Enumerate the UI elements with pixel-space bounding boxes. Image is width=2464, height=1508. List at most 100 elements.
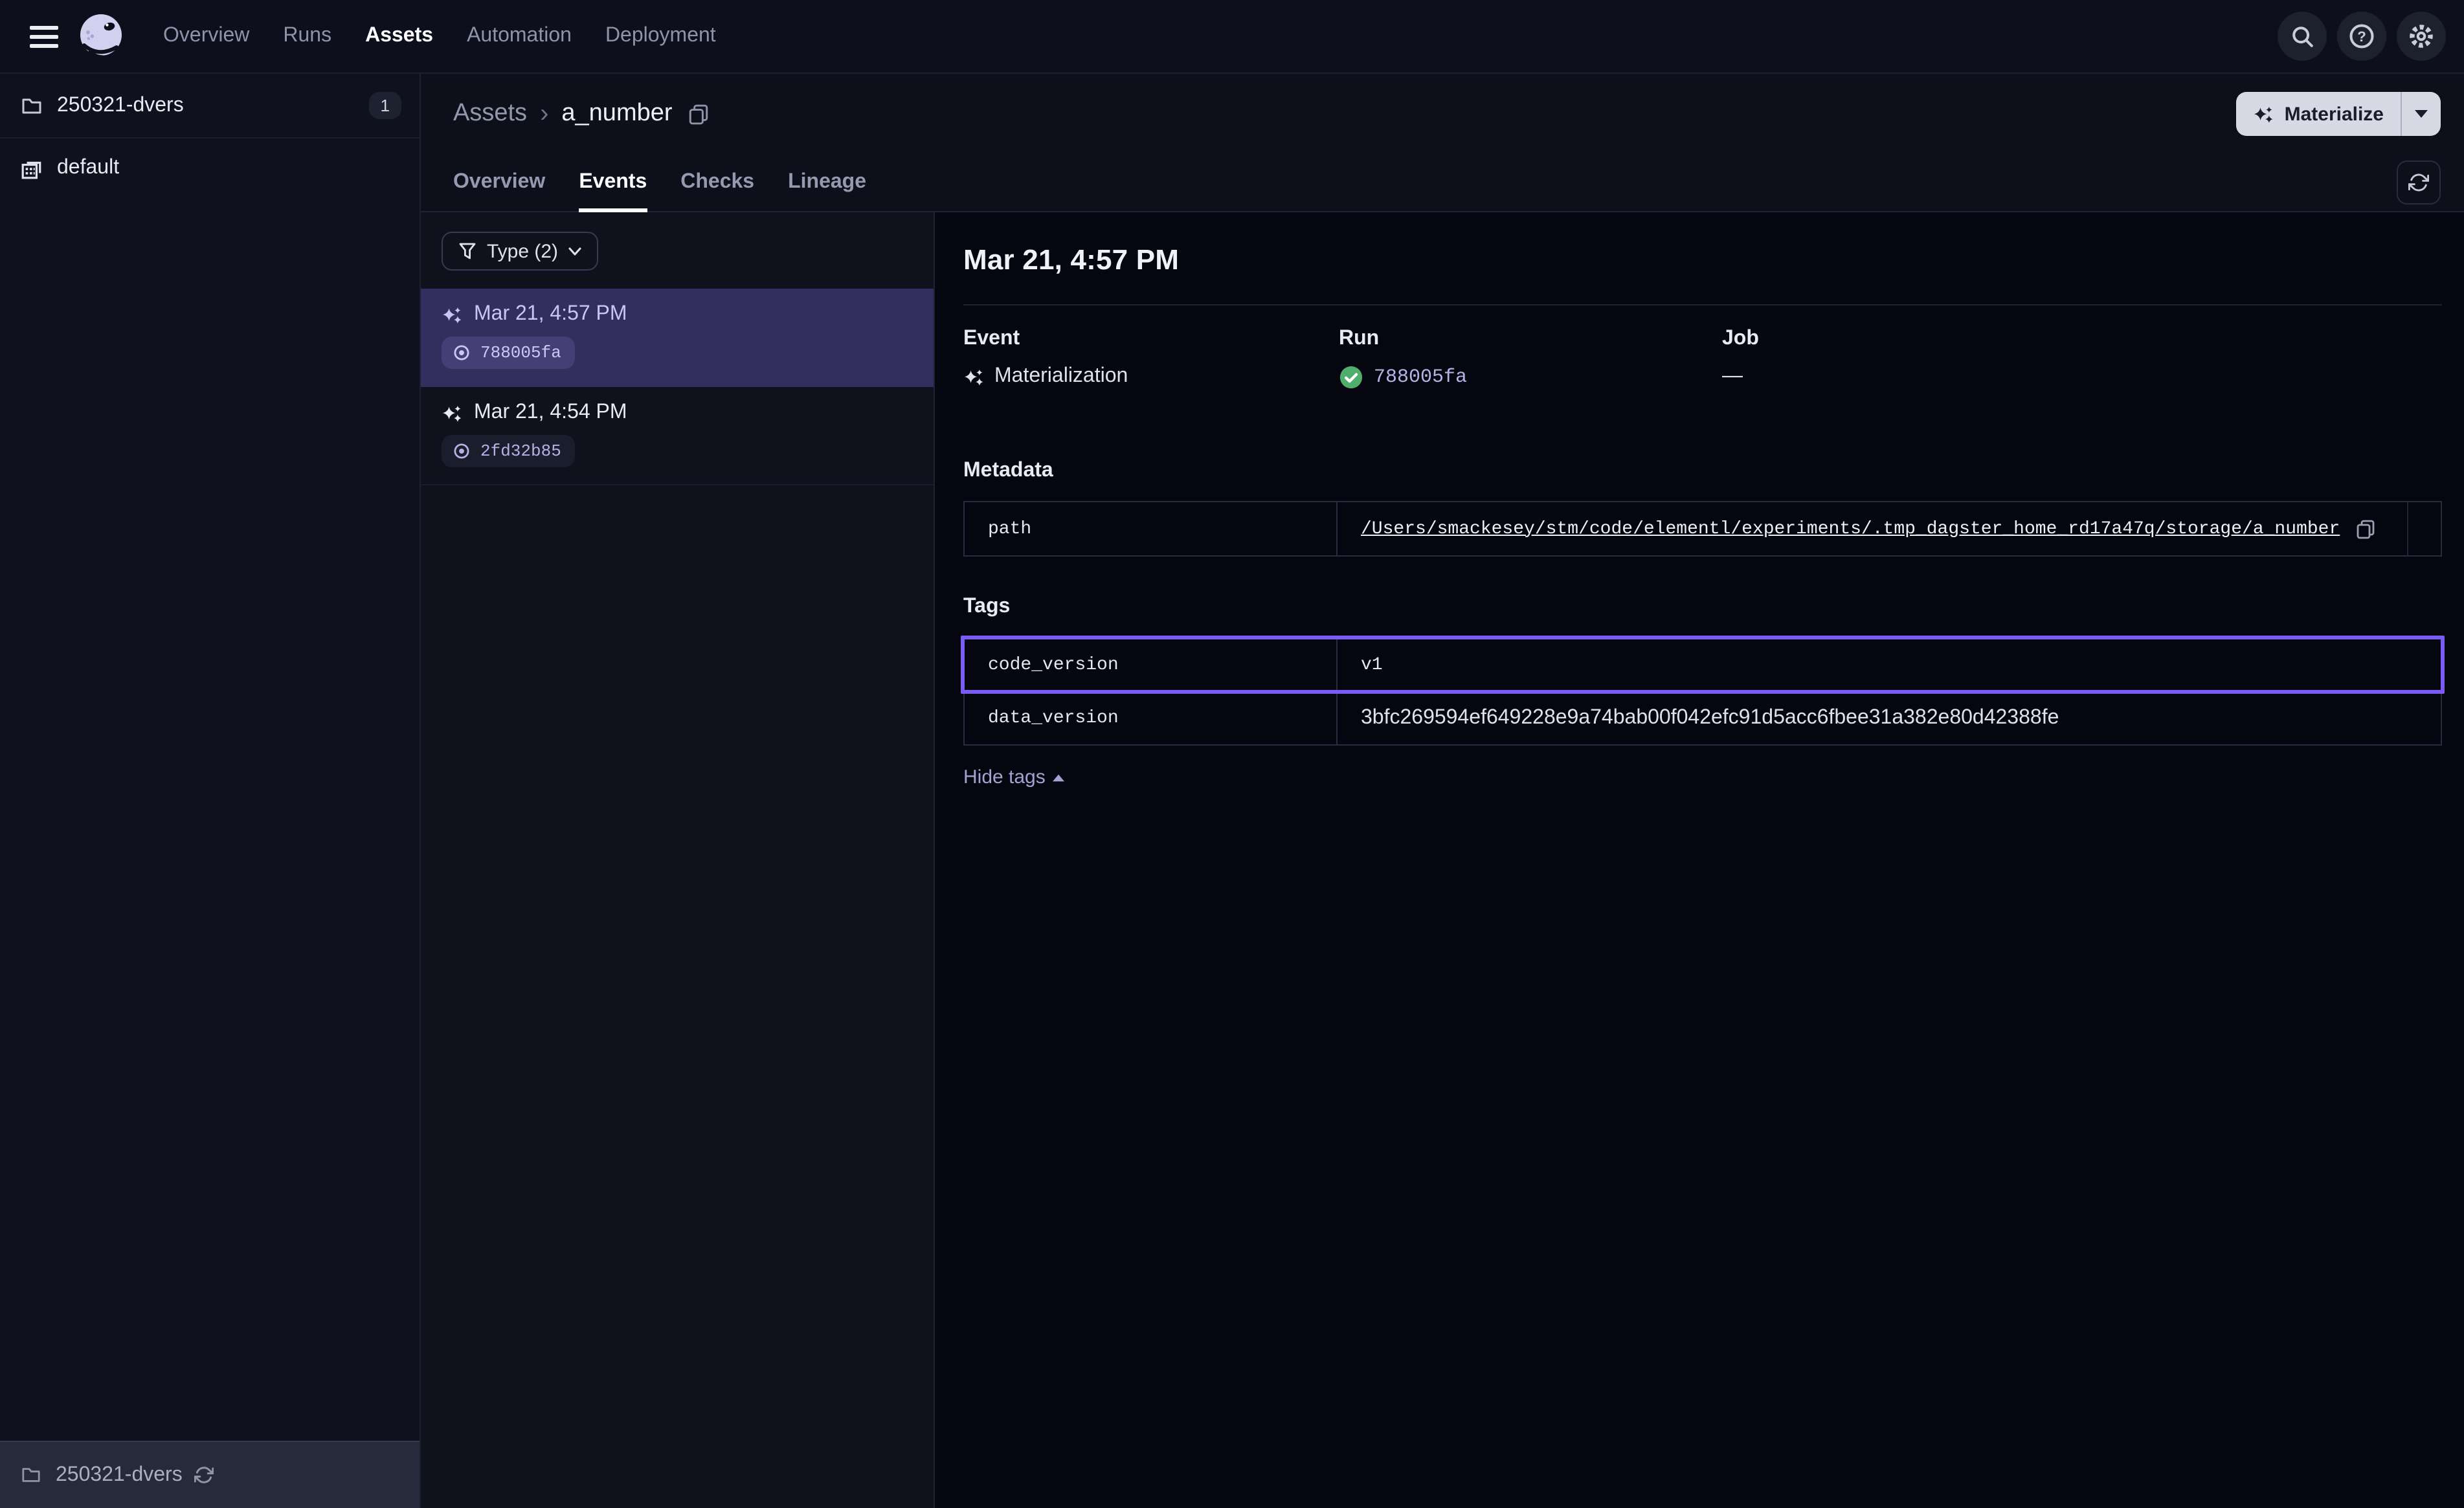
materialization-sparkle-icon xyxy=(442,305,462,324)
help-icon: ? xyxy=(2349,23,2375,49)
hide-tags-button[interactable]: Hide tags xyxy=(963,766,1065,788)
nav-item-deployment[interactable]: Deployment xyxy=(605,25,716,48)
divider xyxy=(963,304,2442,305)
materialization-sparkle-icon xyxy=(963,367,984,386)
svg-text:?: ? xyxy=(2357,28,2366,45)
event-list-item[interactable]: Mar 21, 4:54 PM 2fd32b85 xyxy=(421,387,934,485)
breadcrumb-assets-link[interactable]: Assets xyxy=(453,100,527,128)
run-id-badge[interactable]: 2fd32b85 xyxy=(442,435,576,467)
metadata-heading: Metadata xyxy=(963,460,2442,483)
tag-key: data_version xyxy=(965,693,1338,744)
hide-tags-label: Hide tags xyxy=(963,766,1046,788)
primary-nav: Overview Runs Assets Automation Deployme… xyxy=(163,25,716,48)
tag-value: v1 xyxy=(1361,654,1383,675)
settings-button[interactable] xyxy=(2397,12,2446,61)
type-filter-label: Type (2) xyxy=(487,240,558,262)
run-success-check-icon xyxy=(1339,365,1363,390)
help-button[interactable]: ? xyxy=(2337,12,2386,61)
run-column-label: Run xyxy=(1339,327,1722,351)
metadata-section: Metadata path /Users/smackesey/stm/code/… xyxy=(963,460,2442,557)
materialize-label: Materialize xyxy=(2285,103,2384,125)
event-type-value: Materialization xyxy=(994,365,1128,388)
copy-icon xyxy=(688,103,710,125)
event-list-item[interactable]: Mar 21, 4:57 PM 788005fa xyxy=(421,289,934,387)
event-timestamp: Mar 21, 4:54 PM xyxy=(474,401,627,425)
asset-count-badge: 1 xyxy=(369,91,401,119)
sync-icon xyxy=(2408,172,2429,193)
nav-item-runs[interactable]: Runs xyxy=(283,25,331,48)
event-filter-bar: Type (2) xyxy=(421,212,934,289)
breadcrumb: Assets › a_number xyxy=(421,74,2464,154)
asset-name: a_number xyxy=(561,100,672,128)
materialize-button[interactable]: Materialize xyxy=(2237,92,2401,136)
nav-item-assets[interactable]: Assets xyxy=(365,25,433,48)
run-status-icon xyxy=(452,441,471,461)
gear-icon xyxy=(2408,23,2434,49)
materialization-sparkle-icon xyxy=(442,403,462,423)
copy-path-button[interactable] xyxy=(2353,516,2379,542)
sidebar-footer: 250321-dvers xyxy=(0,1441,420,1508)
refresh-button[interactable] xyxy=(2397,161,2441,205)
metadata-row: path /Users/smackesey/stm/code/elementl/… xyxy=(965,502,2441,555)
run-status-icon xyxy=(452,343,471,362)
search-icon xyxy=(2290,24,2314,49)
repo-icon xyxy=(21,157,43,179)
event-detail-heading: Mar 21, 4:57 PM xyxy=(963,243,2442,277)
tag-row-code-version: code_version v1 xyxy=(965,638,2441,691)
tag-key: code_version xyxy=(965,638,1338,691)
metadata-path-link[interactable]: /Users/smackesey/stm/code/elementl/exper… xyxy=(1361,518,2340,539)
code-location-label: 250321-dvers xyxy=(56,1463,183,1487)
metadata-key: path xyxy=(965,502,1338,555)
run-id: 788005fa xyxy=(480,343,561,362)
hamburger-menu-button[interactable] xyxy=(21,13,67,60)
dagster-logo[interactable] xyxy=(75,10,127,62)
folder-icon xyxy=(21,95,43,116)
hamburger-icon xyxy=(30,24,58,49)
topnav-actions: ? xyxy=(2278,12,2446,61)
asset-groups-sidebar: 250321-dvers 1 default xyxy=(0,74,421,1508)
tab-checks[interactable]: Checks xyxy=(680,171,754,211)
run-id-link[interactable]: 788005fa xyxy=(1374,366,1467,388)
event-timestamp: Mar 21, 4:57 PM xyxy=(474,303,627,326)
tag-row-data-version: data_version 3bfc269594ef649228e9a74bab0… xyxy=(965,691,2441,744)
tag-value: 3bfc269594ef649228e9a74bab00f042efc91d5a… xyxy=(1361,707,2059,730)
job-value: — xyxy=(1722,365,1743,388)
copy-asset-name-button[interactable] xyxy=(686,100,713,128)
sidebar-group-row[interactable]: 250321-dvers 1 xyxy=(0,74,420,139)
tags-heading: Tags xyxy=(963,595,2442,619)
main-panel: Assets › a_number xyxy=(421,74,2464,1508)
type-filter-button[interactable]: Type (2) xyxy=(442,232,598,271)
asset-tabs: Overview Events Checks Lineage xyxy=(421,154,2464,212)
folder-icon xyxy=(21,1465,41,1485)
materialize-split-button: Materialize xyxy=(2237,92,2441,136)
tab-events[interactable]: Events xyxy=(579,171,647,211)
event-summary-grid: Event Materialization xyxy=(963,327,2442,390)
tab-overview[interactable]: Overview xyxy=(453,171,545,211)
dagster-app: Overview Runs Assets Automation Deployme… xyxy=(0,0,2464,1508)
search-button[interactable] xyxy=(2278,12,2327,61)
copy-icon xyxy=(2355,518,2376,539)
metadata-row-actions xyxy=(2407,502,2441,555)
sidebar-item-label: default xyxy=(57,157,119,180)
job-column-label: Job xyxy=(1722,327,2442,351)
reload-location-button[interactable] xyxy=(194,1465,214,1485)
sync-icon xyxy=(194,1465,214,1485)
dagster-octopus-icon xyxy=(75,10,127,62)
materialize-dropdown-button[interactable] xyxy=(2402,92,2441,136)
run-id-badge[interactable]: 788005fa xyxy=(442,337,576,369)
chevron-right-icon: › xyxy=(540,101,548,127)
materialize-sparkle-icon xyxy=(2254,104,2274,124)
tab-lineage[interactable]: Lineage xyxy=(788,171,866,211)
caret-down-icon xyxy=(2415,110,2428,118)
event-list-panel: Type (2) xyxy=(421,212,935,1508)
tags-section: Tags code_version v1 data_version xyxy=(963,595,2442,790)
asset-header: Assets › a_number xyxy=(421,74,2464,212)
tags-table: code_version v1 data_version 3bfc269594e… xyxy=(963,637,2442,746)
run-id: 2fd32b85 xyxy=(480,441,561,461)
nav-item-automation[interactable]: Automation xyxy=(467,25,572,48)
sidebar-item-default[interactable]: default xyxy=(0,139,420,198)
event-details-panel: Mar 21, 4:57 PM Event xyxy=(935,212,2464,1508)
nav-item-overview[interactable]: Overview xyxy=(163,25,249,48)
event-column-label: Event xyxy=(963,327,1339,351)
caret-up-icon xyxy=(1053,773,1065,781)
